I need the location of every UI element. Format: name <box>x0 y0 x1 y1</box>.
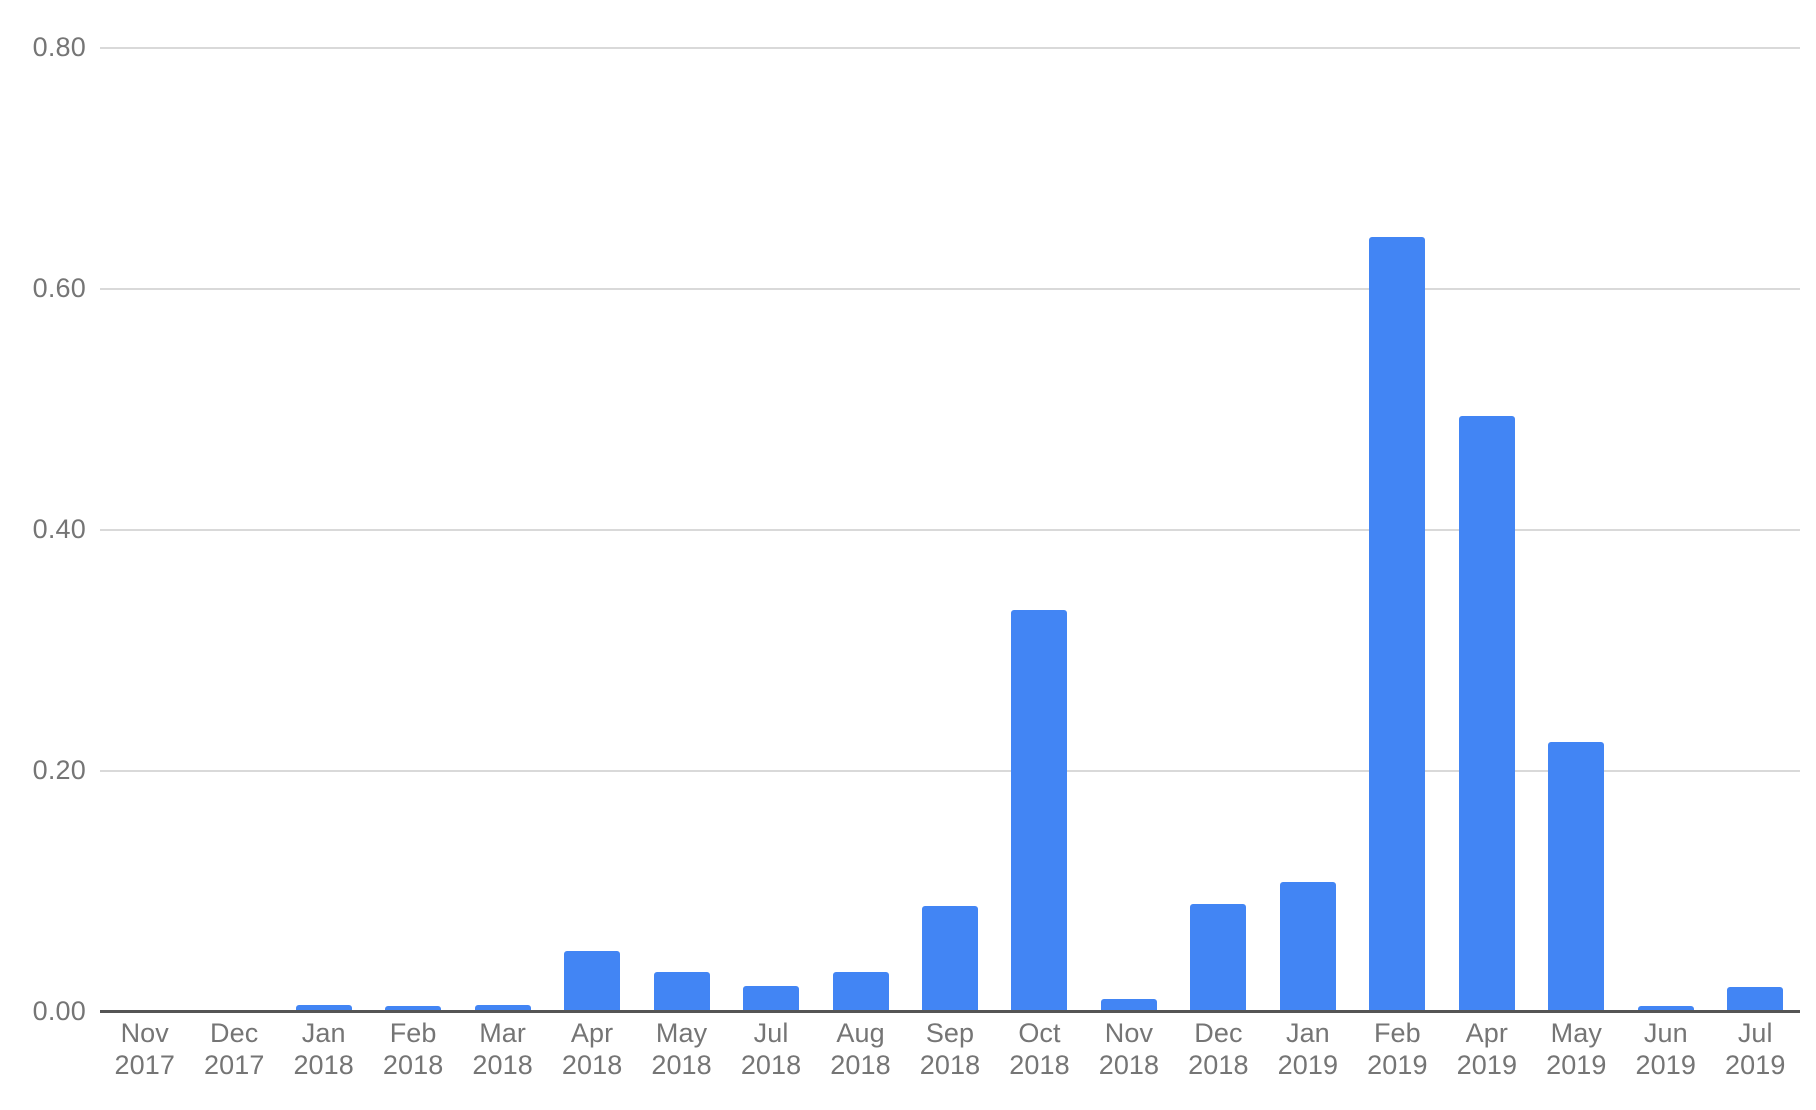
bar-slot <box>1621 48 1710 1012</box>
bar[interactable] <box>1369 237 1426 1012</box>
bar-slot <box>1353 48 1442 1012</box>
x-tick-label: Feb 2019 <box>1353 1018 1442 1082</box>
x-tick-label: Feb 2018 <box>368 1018 457 1082</box>
bar-slot <box>368 48 457 1012</box>
x-tick-month: Sep <box>925 1018 975 1048</box>
x-tick-month: Nov <box>120 1018 169 1048</box>
bar-slot <box>637 48 726 1012</box>
x-tick-month: May <box>655 1018 708 1048</box>
x-tick-label: Oct 2018 <box>995 1018 1084 1082</box>
x-tick-label: Jul 2019 <box>1711 1018 1800 1082</box>
x-tick-year: 2019 <box>1456 1049 1518 1080</box>
bar[interactable] <box>743 985 800 1012</box>
bar[interactable] <box>1458 415 1515 1012</box>
bar-slot <box>1084 48 1173 1012</box>
x-tick-label: Mar 2018 <box>458 1018 547 1082</box>
x-tick-month: Oct <box>1018 1018 1061 1048</box>
x-tick-year: 2018 <box>651 1049 712 1080</box>
x-tick-month: Jan <box>1285 1018 1330 1048</box>
x-tick-month: Jun <box>1643 1018 1688 1048</box>
x-tick-month: May <box>1550 1018 1602 1048</box>
y-tick-label: 0.60 <box>32 273 86 303</box>
bar-slot <box>816 48 905 1012</box>
x-axis: Nov 2017 Dec 2017 Jan 2018 Feb 2018 Mar 2018 Apr 20… <box>100 1018 1800 1098</box>
bar-slot <box>1174 48 1263 1012</box>
x-tick-month: Apr <box>1465 1018 1508 1048</box>
x-tick-month: Dec <box>210 1018 259 1048</box>
x-tick-month: Feb <box>389 1018 437 1048</box>
bars-layer <box>100 48 1800 1012</box>
bar-slot <box>1263 48 1352 1012</box>
x-tick-year: 2018 <box>1188 1049 1249 1080</box>
x-tick-year: 2019 <box>1367 1049 1428 1080</box>
x-tick-label: Aug 2018 <box>816 1018 905 1082</box>
x-tick-label: Jan 2019 <box>1263 1018 1352 1082</box>
x-tick-label: Apr 2019 <box>1442 1018 1531 1082</box>
bar-slot <box>905 48 994 1012</box>
y-tick-label: 0.00 <box>32 996 86 1026</box>
x-tick-year: 2019 <box>1725 1049 1786 1080</box>
x-tick-year: 2018 <box>740 1049 802 1080</box>
bar[interactable] <box>1190 903 1247 1012</box>
x-tick-year: 2018 <box>382 1049 444 1080</box>
x-tick-label: Sep 2018 <box>905 1018 994 1082</box>
x-tick-year: 2017 <box>114 1049 175 1080</box>
bar-slot <box>279 48 368 1012</box>
x-tick-label: Dec 2018 <box>1174 1018 1263 1082</box>
x-tick-year: 2018 <box>1098 1049 1160 1080</box>
y-axis: 0.00 0.20 0.40 0.60 0.80 <box>0 0 86 1110</box>
x-tick-label: Jan 2018 <box>279 1018 368 1082</box>
bar[interactable] <box>1548 742 1605 1012</box>
bar[interactable] <box>1011 609 1068 1012</box>
x-tick-month: Jul <box>753 1018 789 1048</box>
bar[interactable] <box>921 905 978 1012</box>
x-tick-month: Jan <box>301 1018 346 1048</box>
bar-slot <box>726 48 815 1012</box>
x-tick-month: Nov <box>1104 1018 1154 1048</box>
bar-slot <box>1532 48 1621 1012</box>
x-tick-year: 2018 <box>561 1049 623 1080</box>
bar-slot <box>1442 48 1531 1012</box>
x-tick-label: May 2018 <box>637 1018 726 1082</box>
x-tick-year: 2019 <box>1546 1049 1607 1080</box>
bar[interactable] <box>653 972 710 1012</box>
x-tick-label: Jul 2018 <box>726 1018 815 1082</box>
x-tick-label: Dec 2017 <box>189 1018 278 1082</box>
bar-slot <box>189 48 278 1012</box>
x-tick-year: 2018 <box>830 1049 891 1080</box>
bar[interactable] <box>564 950 621 1012</box>
x-tick-label: May 2019 <box>1532 1018 1621 1082</box>
x-tick-label: Nov 2017 <box>100 1018 189 1082</box>
x-tick-label: Nov 2018 <box>1084 1018 1173 1082</box>
x-tick-label: Apr 2018 <box>547 1018 636 1082</box>
x-tick-year: 2018 <box>472 1049 533 1080</box>
x-tick-month: Mar <box>479 1018 527 1048</box>
bar[interactable] <box>1279 881 1336 1012</box>
x-tick-label: Jun 2019 <box>1621 1018 1710 1082</box>
x-tick-month: Aug <box>836 1018 885 1048</box>
x-tick-month: Jul <box>1737 1018 1773 1048</box>
x-tick-year: 2018 <box>1009 1049 1070 1080</box>
bar-slot <box>458 48 547 1012</box>
bar[interactable] <box>832 972 889 1012</box>
x-tick-year: 2018 <box>919 1049 981 1080</box>
x-axis-baseline <box>100 1010 1800 1013</box>
bar-slot <box>995 48 1084 1012</box>
x-tick-year: 2019 <box>1635 1049 1697 1080</box>
bar[interactable] <box>1727 986 1784 1012</box>
x-tick-month: Feb <box>1373 1018 1421 1048</box>
bar-slot <box>547 48 636 1012</box>
bar-slot <box>100 48 189 1012</box>
x-tick-year: 2017 <box>203 1049 265 1080</box>
bar-slot <box>1711 48 1800 1012</box>
y-tick-label: 0.20 <box>32 755 86 785</box>
x-tick-year: 2018 <box>293 1049 354 1080</box>
x-tick-month: Apr <box>570 1018 614 1048</box>
x-tick-year: 2019 <box>1277 1049 1339 1080</box>
y-tick-label: 0.80 <box>32 32 86 62</box>
bar-chart: 0.00 0.20 0.40 0.60 0.80 Nov 2017 Dec 2017 Jan 20… <box>0 0 1816 1110</box>
y-tick-label: 0.40 <box>32 514 86 544</box>
x-tick-month: Dec <box>1194 1018 1243 1048</box>
